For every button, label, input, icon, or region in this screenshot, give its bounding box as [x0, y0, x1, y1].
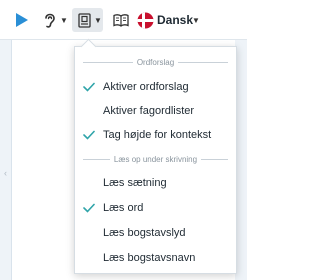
- word-suggestion-menu-button[interactable]: ▼: [72, 8, 103, 32]
- danish-flag-icon[interactable]: [137, 10, 154, 30]
- menu-item-aktiver-fagordlister[interactable]: Aktiver fagordlister: [75, 99, 236, 123]
- checkmark-icon: [75, 203, 103, 213]
- menu-item-laes-bogstavslyd[interactable]: Læs bogstavslyd: [75, 221, 236, 245]
- checkmark-icon: [75, 130, 103, 140]
- menu-item-tag-hojde-for-kontekst[interactable]: Tag højde for kontekst: [75, 123, 236, 147]
- menu-caret-icon: ▼: [94, 15, 102, 25]
- play-icon[interactable]: [15, 10, 29, 30]
- dictionary-icon: [78, 12, 91, 28]
- background-panel-left: ‹: [0, 40, 12, 280]
- menu-item-laes-ord[interactable]: Læs ord: [75, 196, 236, 220]
- language-label[interactable]: Dansk: [157, 10, 193, 30]
- checkmark-icon: [75, 82, 103, 92]
- language-caret-icon[interactable]: ▼: [192, 10, 200, 30]
- section-header-ordforslag: Ordforslag: [83, 56, 229, 68]
- word-suggestion-dropdown: Ordforslag Aktiver ordforslag Aktiver fa…: [74, 46, 237, 274]
- collapse-caret-icon: ‹: [4, 168, 7, 178]
- menu-item-laes-bogstavsnavn[interactable]: Læs bogstavsnavn: [75, 246, 236, 270]
- toolbar: ▼ ▼ Dansk ▼: [0, 0, 247, 40]
- ear-dropdown-caret-icon[interactable]: ▼: [60, 10, 68, 30]
- section-header-laes-op: Læs op under skrivning: [83, 153, 228, 165]
- open-book-icon[interactable]: [113, 10, 129, 30]
- menu-item-aktiver-ordforslag[interactable]: Aktiver ordforslag: [75, 75, 236, 99]
- ear-icon[interactable]: [43, 10, 57, 30]
- menu-item-laes-saetning[interactable]: Læs sætning: [75, 171, 236, 195]
